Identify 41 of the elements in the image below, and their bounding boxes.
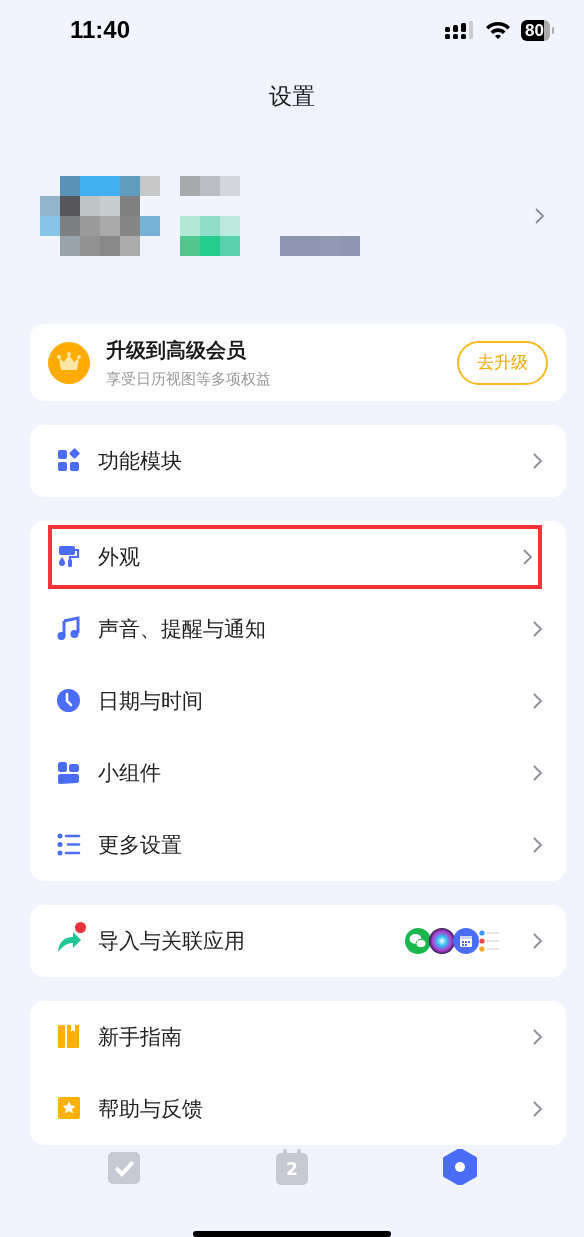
chat-bubbles-icon	[405, 928, 431, 954]
chevron-icon	[533, 765, 542, 781]
list-icon	[56, 832, 82, 858]
crown-icon	[48, 341, 90, 384]
chevron-icon	[533, 1101, 542, 1117]
settings-row[interactable]: 新手指南	[30, 1001, 566, 1073]
widgets-icon	[56, 760, 82, 786]
chevron-icon	[533, 693, 542, 709]
chevron-icon	[533, 453, 542, 469]
battery-level: 80	[521, 19, 550, 41]
page-title: 设置	[269, 81, 315, 111]
clock-time: 11:40	[70, 16, 131, 44]
settings-row[interactable]: 日期与时间	[30, 665, 566, 737]
highlighted-settings-row[interactable]: 外观	[44, 521, 546, 593]
calendar-icon	[453, 928, 479, 954]
chevron-icon	[533, 1029, 542, 1045]
chevron-icon	[533, 621, 542, 637]
settings-row[interactable]: 帮助与反馈	[30, 1073, 566, 1145]
upgrade-title: 升级到高级会员	[106, 336, 247, 364]
chevron-icon	[533, 837, 542, 853]
signal-icon	[445, 20, 476, 40]
upgrade-subtitle: 享受日历视图等多项权益	[106, 369, 272, 389]
clock-icon	[56, 688, 82, 714]
upgrade-card[interactable]: 升级到高级会员 享受日历视图等多项权益 去升级	[30, 324, 566, 401]
settings-row[interactable]: 声音、提醒与通知	[30, 593, 566, 665]
star-square-icon	[56, 1096, 82, 1122]
paint-roller-icon	[56, 544, 82, 570]
settings-row[interactable]: 更多设置	[30, 809, 566, 881]
orb-icon	[429, 928, 455, 954]
chevron-icon	[523, 549, 532, 565]
chevron-icon	[533, 933, 542, 949]
chevron-icon	[535, 208, 544, 224]
settings-row[interactable]: 导入与关联应用	[30, 905, 566, 977]
settings-tab[interactable]	[443, 1149, 477, 1185]
checkbox-tab[interactable]	[107, 1149, 141, 1185]
music-note-icon	[56, 616, 82, 642]
settings-row[interactable]: 功能模块	[30, 425, 566, 497]
settings-row[interactable]: 小组件	[30, 737, 566, 809]
grid-icon	[56, 448, 82, 474]
book-icon	[56, 1024, 82, 1050]
wifi-icon	[485, 20, 512, 40]
